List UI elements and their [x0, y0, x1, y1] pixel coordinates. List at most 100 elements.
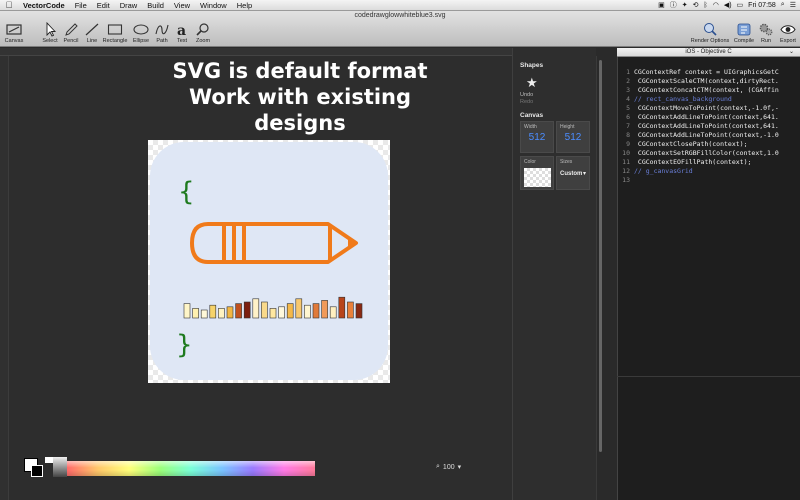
notifications-icon[interactable]: ☰	[790, 1, 796, 9]
language-select[interactable]: iOS - Objective C ⌄	[617, 48, 800, 57]
code-text: CGContextAddLineToPoint(context,641.	[634, 113, 779, 121]
bluetooth-icon[interactable]: ᛒ	[704, 2, 708, 9]
line-number: 10	[622, 149, 630, 157]
menu-draw[interactable]: Draw	[115, 1, 143, 10]
menu-file[interactable]: File	[70, 1, 92, 10]
zoom-label: Zoom	[195, 38, 211, 44]
rectangle-icon	[107, 24, 123, 35]
canvas-icon	[6, 24, 22, 35]
export-label: Export	[780, 38, 796, 44]
code-line[interactable]: 8 CGContextAddLineToPoint(context,-1.0	[617, 131, 800, 140]
chevron-down-icon: ▾	[457, 464, 462, 471]
line-number: 12	[622, 167, 630, 175]
color-bar	[261, 301, 268, 319]
status-info-icon[interactable]: ⓘ	[670, 0, 677, 10]
height-field[interactable]: Height 512	[556, 121, 590, 153]
foreground-color-swatch[interactable]	[31, 465, 43, 477]
apple-menu-icon[interactable]: 	[0, 0, 18, 10]
headline-line-1: SVG is default format	[172, 59, 428, 83]
render-options-label: Render Options	[690, 38, 730, 44]
menu-app-name[interactable]: VectorCode	[18, 1, 70, 10]
code-text: CGContextClosePath(context);	[634, 140, 748, 148]
code-text: // g_canvasGrid	[634, 167, 693, 175]
color-bar	[355, 303, 363, 319]
volume-icon[interactable]: ◀)	[724, 1, 732, 9]
arrow-pointer-icon	[46, 22, 57, 37]
line-number: 6	[626, 113, 630, 121]
color-bar	[312, 303, 320, 319]
code-panel-divider	[617, 376, 800, 377]
status-app-icon[interactable]: ▣	[658, 1, 665, 9]
code-line[interactable]: 3 CGContextConcatCTM(context, (CGAffin	[617, 86, 800, 95]
code-text: CGContextSetRGBFillColor(context,1.0	[634, 149, 779, 157]
line-label: Line	[86, 38, 98, 44]
code-line[interactable]: 9 CGContextClosePath(context);	[617, 140, 800, 149]
redo-label[interactable]: Redo	[520, 99, 533, 105]
menu-help[interactable]: Help	[232, 1, 257, 10]
width-value[interactable]: 512	[521, 132, 553, 143]
zoom-tool[interactable]: Zoom	[189, 22, 217, 46]
status-bolt-icon[interactable]: ✦	[682, 1, 688, 9]
code-line[interactable]: 4 // rect_canvas_background	[617, 95, 800, 104]
render-options-button[interactable]: Render Options	[691, 22, 729, 46]
battery-icon[interactable]: ▭	[737, 1, 744, 9]
height-value[interactable]: 512	[557, 132, 589, 143]
code-line[interactable]: 6 CGContextAddLineToPoint(context,641.	[617, 113, 800, 122]
code-line[interactable]: 5 CGContextMoveToPoint(context,-1.0f,-	[617, 104, 800, 113]
code-text: // rect_canvas_background	[634, 95, 732, 103]
code-line[interactable]: 13	[617, 176, 800, 185]
code-line[interactable]: 1 CGContextRef context = UIGraphicsGetC	[617, 68, 800, 77]
color-bar	[218, 308, 225, 319]
status-time-machine-icon[interactable]: ⟲	[693, 1, 699, 9]
no-color-swatch[interactable]	[45, 457, 53, 463]
line-number: 7	[626, 122, 630, 130]
sizes-field[interactable]: Sizes Custom ▾	[556, 156, 590, 190]
status-area: ▣ ⓘ ✦ ⟲ ᛒ ◠ ◀) ▭ Fri 07:58 ⌕ ☰	[658, 0, 800, 10]
wifi-icon[interactable]: ◠	[713, 1, 719, 9]
vertical-scrollbar[interactable]	[596, 56, 604, 500]
vertical-ruler	[0, 56, 9, 500]
rectangle-tool[interactable]: Rectangle	[101, 22, 129, 46]
canvas-color-swatch[interactable]	[524, 168, 551, 187]
menu-window[interactable]: Window	[195, 1, 232, 10]
clock[interactable]: Fri 07:58	[748, 2, 776, 9]
code-editor[interactable]: 1 CGContextRef context = UIGraphicsGetC 2 …	[617, 68, 800, 185]
magnifier-icon	[196, 23, 209, 36]
color-palette[interactable]	[67, 461, 315, 476]
color-bar	[329, 306, 337, 319]
undo-label[interactable]: Undo	[520, 92, 533, 98]
menu-edit[interactable]: Edit	[92, 1, 115, 10]
grayscale-palette[interactable]	[53, 457, 67, 477]
menu-view[interactable]: View	[169, 1, 195, 10]
pencil-icon	[65, 23, 78, 36]
text-label: Text	[176, 38, 188, 44]
star-shape-icon[interactable]: ★	[526, 75, 538, 91]
zoom-control[interactable]: ⌕ 100 ▾	[436, 463, 461, 471]
path-label: Path	[156, 38, 168, 44]
export-button[interactable]: Export	[774, 22, 800, 46]
sizes-value[interactable]: Custom	[560, 171, 582, 177]
toolbar: codedrawglowwhiteblue3.svg Canvas Select…	[0, 11, 800, 47]
code-line[interactable]: 2 CGContextScaleCTM(context,dirtyRect.	[617, 77, 800, 86]
shapes-heading: Shapes	[520, 62, 544, 69]
sizes-label: Sizes	[560, 159, 573, 165]
menu-build[interactable]: Build	[142, 1, 169, 10]
code-line[interactable]: 12 // g_canvasGrid	[617, 167, 800, 176]
color-bar	[278, 306, 285, 319]
canvas-button[interactable]: Canvas	[0, 22, 28, 46]
line-number: 8	[626, 131, 630, 139]
artwork-svg: { }	[150, 142, 388, 380]
line-icon	[85, 23, 99, 36]
color-bar	[304, 304, 311, 319]
artboard[interactable]: { }	[148, 140, 390, 383]
brace-open: {	[178, 177, 195, 207]
text-icon: a	[177, 23, 186, 37]
spotlight-icon[interactable]: ⌕	[781, 1, 785, 9]
scrollbar-thumb[interactable]	[599, 60, 602, 452]
line-number: 3	[626, 86, 630, 94]
code-line[interactable]: 7 CGContextAddLineToPoint(context,641.	[617, 122, 800, 131]
width-field[interactable]: Width 512	[520, 121, 554, 153]
color-field[interactable]: Color	[520, 156, 554, 190]
code-line[interactable]: 10 CGContextSetRGBFillColor(context,1.0	[617, 149, 800, 158]
code-line[interactable]: 11 CGContextEOFillPath(context);	[617, 158, 800, 167]
